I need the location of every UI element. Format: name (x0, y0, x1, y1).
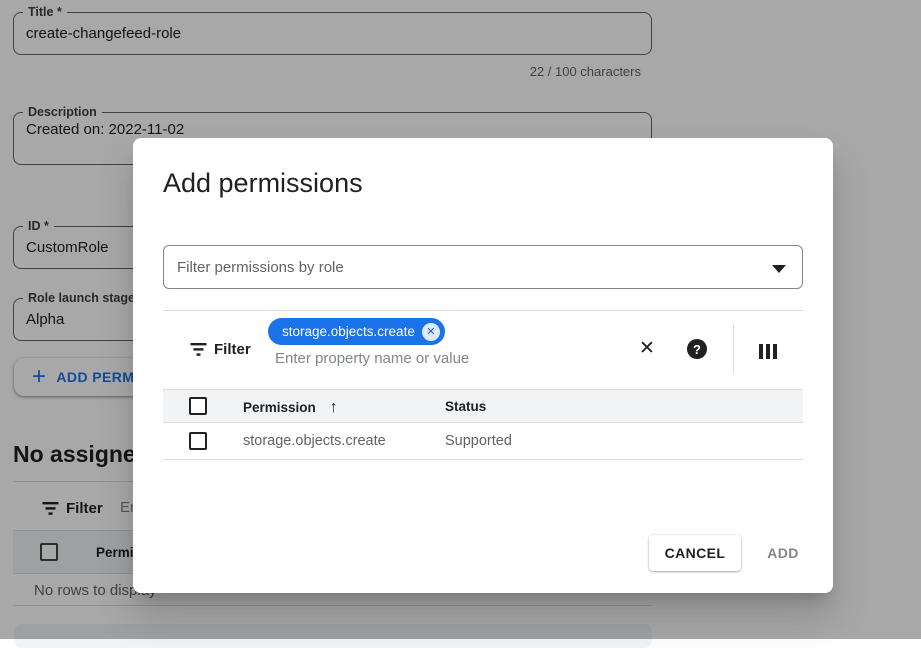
filter-chip-storage-objects-create[interactable]: storage.objects.create ✕ (268, 318, 445, 345)
cancel-button[interactable]: CANCEL (649, 535, 741, 571)
icon-group-divider (733, 325, 734, 373)
row-status-cell: Supported (445, 433, 512, 449)
row-permission-cell: storage.objects.create (243, 433, 386, 449)
row-checkbox[interactable] (189, 432, 207, 450)
add-permissions-dialog: Add permissions Filter permissions by ro… (133, 138, 833, 593)
dialog-table-header: Permission↑ Status (163, 389, 803, 423)
add-button[interactable]: ADD (755, 535, 811, 571)
status-column-header[interactable]: Status (445, 399, 486, 414)
dialog-title: Add permissions (163, 168, 363, 199)
permission-column-header[interactable]: Permission↑ (243, 399, 338, 417)
sort-ascending-icon: ↑ (330, 399, 338, 416)
role-dropdown-placeholder: Filter permissions by role (177, 259, 344, 276)
filter-icon (190, 342, 207, 362)
chevron-down-icon (772, 265, 786, 273)
column-display-icon[interactable] (757, 340, 779, 362)
dialog-select-all-checkbox[interactable] (189, 397, 207, 415)
help-icon[interactable]: ? (686, 338, 708, 360)
filter-bar-top-divider (163, 310, 803, 311)
filter-chip-label: storage.objects.create (282, 324, 415, 339)
dialog-filter-label: Filter (214, 341, 251, 358)
clear-filters-icon[interactable]: ✕ (636, 338, 658, 360)
chip-remove-icon[interactable]: ✕ (422, 323, 440, 341)
table-row[interactable]: storage.objects.create Supported (163, 423, 803, 460)
dialog-filter-input[interactable] (275, 350, 620, 367)
filter-permissions-by-role-dropdown[interactable]: Filter permissions by role (163, 245, 803, 289)
